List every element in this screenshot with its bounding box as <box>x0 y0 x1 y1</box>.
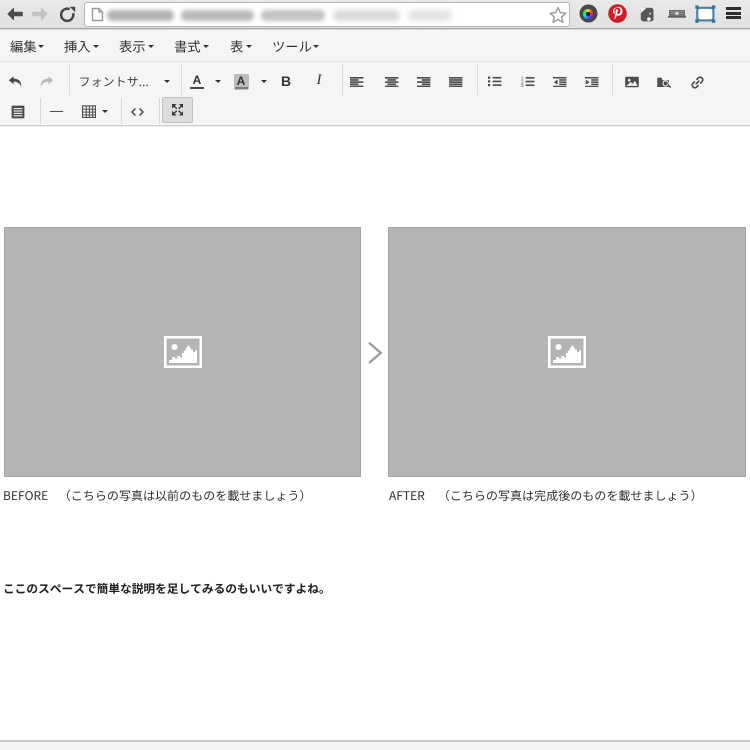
svg-text:3: 3 <box>521 83 524 88</box>
